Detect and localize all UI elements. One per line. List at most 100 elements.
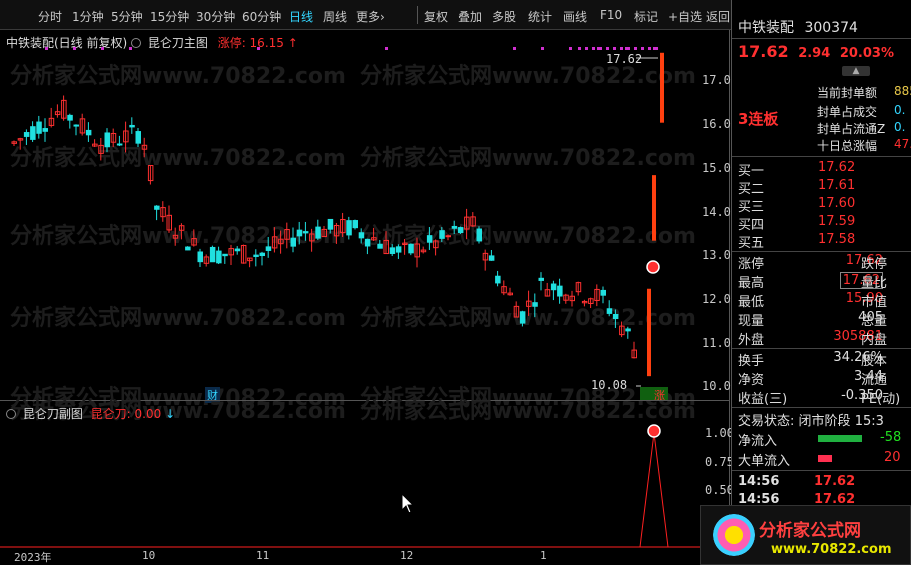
sub-indicator-chart: [0, 424, 730, 548]
trade-status-time: 15:3: [854, 414, 884, 429]
logo-url: www.70822.com: [771, 542, 892, 557]
signal-dot: [613, 47, 616, 50]
candle-body: [600, 289, 606, 296]
tab-1min[interactable]: 1分钟: [72, 8, 104, 25]
x-label: 12: [400, 549, 414, 562]
x-label: 10: [142, 549, 156, 562]
collapse-button[interactable]: ▲: [842, 66, 870, 76]
divider: [732, 251, 911, 252]
candle-body: [296, 229, 303, 237]
tab-60min[interactable]: 60分钟: [242, 8, 281, 25]
tool-f10[interactable]: F10: [600, 8, 622, 22]
signal-dot: [620, 47, 623, 50]
tool-multi-stock[interactable]: 多股: [492, 8, 516, 25]
signal-dot: [385, 47, 388, 50]
signal-dot: [592, 47, 595, 50]
stat-label: 量比: [861, 276, 888, 291]
y-tick: 0.50: [705, 483, 734, 497]
order-book-row: 买一 17.62: [738, 160, 908, 179]
limit-up-badge[interactable]: 涨: [640, 387, 668, 402]
seal-value: 0.: [894, 103, 906, 117]
tool-adjust[interactable]: 复权: [424, 8, 448, 25]
signal-dot: [513, 47, 516, 50]
stat-row: 净资 3.44 流通: [738, 369, 911, 388]
stat-label: 内盘: [861, 333, 888, 348]
tab-more[interactable]: 更多›: [356, 8, 385, 25]
divider: [732, 38, 911, 39]
signal-dot: [541, 47, 544, 50]
bid-price: 17.62: [818, 160, 856, 175]
y-tick: 1.00: [705, 426, 734, 440]
candle-body: [135, 131, 141, 144]
chevron-right-icon: ›: [380, 10, 385, 24]
candle-body: [606, 308, 613, 314]
trade-status-value: 闭市阶段: [798, 414, 851, 429]
signal-dot: [578, 47, 581, 50]
candle-body: [408, 243, 414, 254]
seal-value: 0.: [894, 120, 906, 134]
stat-label: 跌停: [861, 257, 888, 272]
price-change-pct: 20.03%: [839, 46, 894, 61]
tool-overlay[interactable]: 叠加: [458, 8, 482, 25]
candle-body: [253, 254, 259, 257]
tool-add-watchlist[interactable]: +自选: [668, 8, 702, 25]
candle-body: [457, 227, 464, 233]
candle-body: [352, 220, 358, 229]
candle-body: [290, 237, 296, 247]
bid-label: 买一: [738, 164, 765, 179]
limit-streak-badge: 3连板: [738, 110, 779, 128]
stat-row: 外盘 305881 内盘: [738, 329, 911, 348]
candle-body: [377, 243, 383, 249]
candle-body: [488, 255, 495, 261]
candle-body: [73, 124, 79, 127]
tab-daily[interactable]: 日线: [289, 8, 313, 25]
candle-body: [389, 247, 396, 254]
candle-body: [116, 143, 123, 146]
indicator-spike: [639, 432, 669, 548]
candle-body: [550, 283, 557, 291]
tab-15min[interactable]: 15分钟: [150, 8, 189, 25]
candle-body: [445, 235, 451, 238]
stat-label: 股本: [861, 354, 888, 369]
stat-row: 涨停 17.62 跌停: [738, 253, 911, 272]
mouse-cursor-icon: [401, 493, 415, 514]
logo-name: 分析家公式网: [759, 521, 861, 541]
candle-body: [265, 246, 272, 251]
stat-label: 最高: [738, 276, 765, 291]
trade-status: 交易状态: 闭市阶段 15:3: [738, 410, 884, 429]
tool-statistics[interactable]: 统计: [528, 8, 552, 25]
divider: [732, 156, 911, 157]
sub-chart-panel[interactable]: 分析家公式网www.70822.com 分析家公式网www.70822.com …: [0, 399, 734, 565]
tab-more-label: 更多: [356, 10, 381, 24]
big-inflow-value: 20: [884, 450, 901, 465]
candle-body: [364, 238, 371, 247]
low-marker: 10.08: [591, 378, 628, 392]
signal-ball-icon: [647, 424, 661, 438]
tab-weekly[interactable]: 周线: [323, 8, 347, 25]
divider: [417, 6, 418, 24]
candle-body: [358, 232, 365, 239]
main-chart-panel[interactable]: 分析家公式网www.70822.com 分析家公式网www.70822.com …: [0, 30, 738, 411]
candle-body: [302, 231, 309, 234]
stock-name: 中铁装配: [738, 20, 794, 36]
seal-label: 封单占流通Z: [817, 122, 886, 136]
signal-dot: [599, 47, 602, 50]
signal-dot: [257, 47, 260, 50]
tab-intraday[interactable]: 分时: [38, 8, 62, 25]
signal-dot: [45, 47, 48, 50]
stat-row: 换手 34.26% 股本: [738, 350, 911, 369]
current-price: 17.62: [738, 42, 789, 61]
tool-mark[interactable]: 标记: [634, 8, 658, 25]
candle-body: [234, 248, 241, 252]
stat-label: 涨停: [738, 257, 765, 272]
quote-panel: 中铁装配 300374 17.62 2.94 20.03% ▲ 3连板 当前封单…: [731, 0, 911, 565]
tab-5min[interactable]: 5分钟: [111, 8, 143, 25]
tool-draw-line[interactable]: 画线: [563, 8, 587, 25]
tool-back[interactable]: 返回: [706, 8, 730, 25]
stat-label: 市值: [861, 295, 888, 310]
tab-30min[interactable]: 30分钟: [196, 8, 235, 25]
divider: [732, 348, 911, 349]
bid-price: 17.60: [818, 196, 856, 211]
limit-up-candle: [660, 52, 664, 123]
tick-price: 17.62: [814, 474, 856, 489]
